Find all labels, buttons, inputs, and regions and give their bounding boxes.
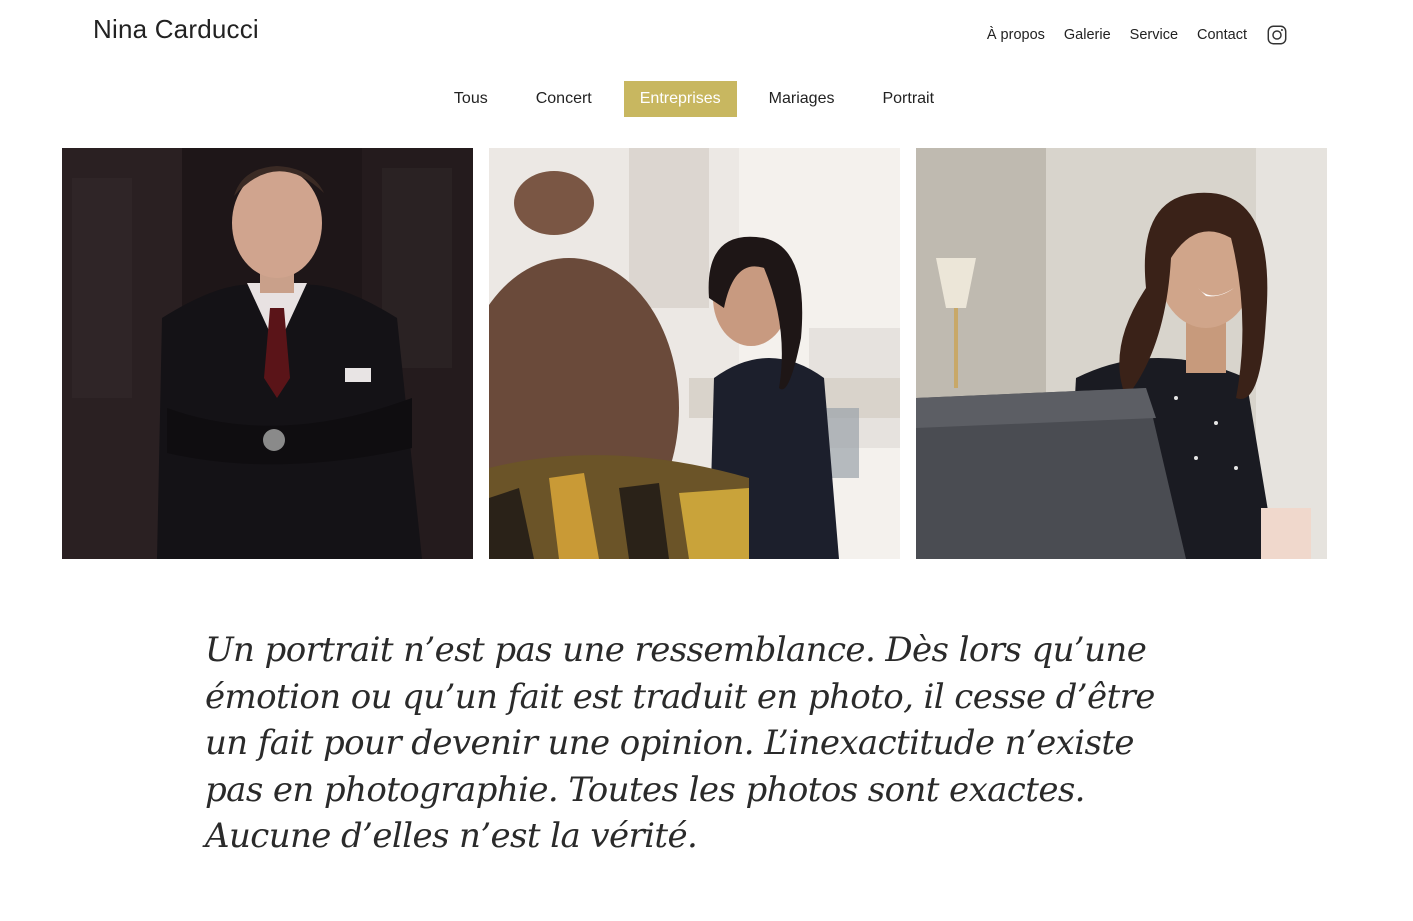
quote-text: Un portrait n’est pas une ressemblance. … [205, 630, 1155, 856]
filter-mariages[interactable]: Mariages [753, 81, 851, 117]
photo-man-in-suit[interactable] [62, 148, 473, 559]
page: Nina Carducci À propos Galerie Service C… [0, 0, 1413, 921]
filter-portrait[interactable]: Portrait [866, 81, 950, 117]
nav-link-contact[interactable]: Contact [1197, 27, 1247, 43]
photo-woman-meeting[interactable] [489, 148, 900, 559]
top-nav: À propos Galerie Service Contact [987, 24, 1288, 46]
filter-tous[interactable]: Tous [438, 81, 504, 117]
filter-entreprises[interactable]: Entreprises [623, 81, 737, 117]
filter-concert[interactable]: Concert [520, 81, 608, 117]
gallery-filter-bar: Tous Concert Entreprises Mariages Portra… [0, 81, 1388, 117]
photo-woman-laptop[interactable] [916, 148, 1327, 559]
instagram-icon[interactable] [1266, 24, 1288, 46]
nav-link-galerie[interactable]: Galerie [1064, 27, 1111, 43]
nav-link-a-propos[interactable]: À propos [987, 27, 1045, 43]
gallery-grid [62, 148, 1327, 559]
nav-link-service[interactable]: Service [1130, 27, 1178, 43]
site-logo[interactable]: Nina Carducci [93, 14, 259, 45]
